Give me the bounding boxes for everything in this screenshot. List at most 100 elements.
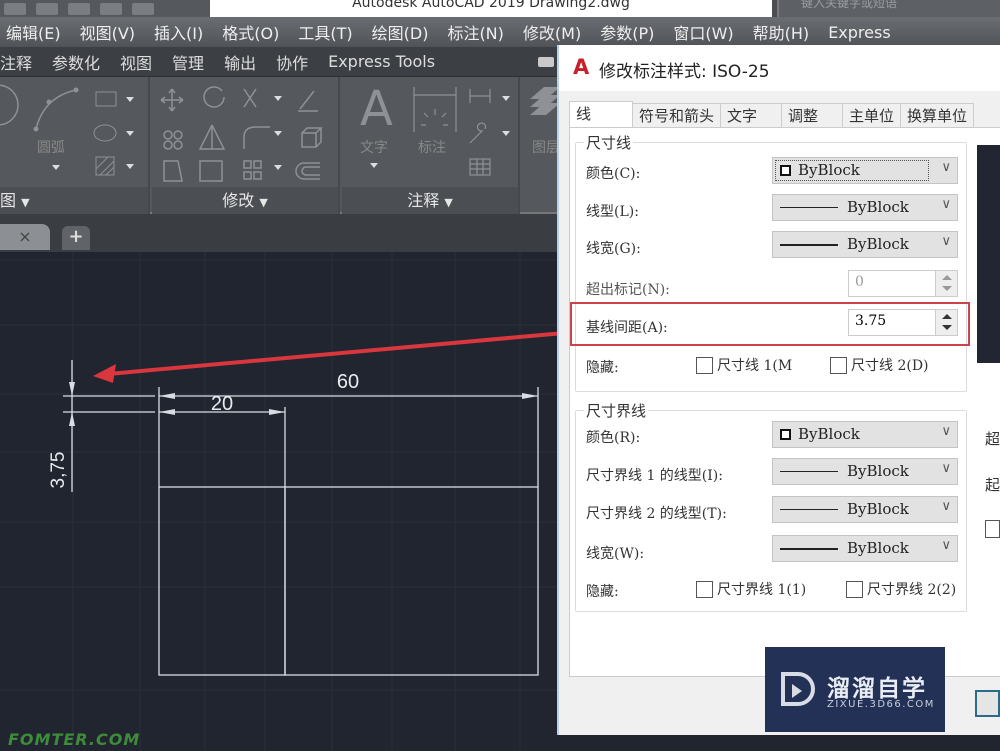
checkbox-box[interactable] [696,580,713,598]
linear-dim-dropdown-icon[interactable] [502,96,510,101]
undo-icon[interactable] [100,2,122,15]
spin-down-icon[interactable] [942,286,952,291]
dimline-linetype-value: ByBlock [847,198,909,216]
dimline-linetype-select[interactable]: ByBlock ∨ [772,194,958,221]
dim-text-60: 60 [337,371,359,393]
arc-dropdown-icon[interactable] [52,165,60,170]
fillet-dropdown-icon[interactable] [274,131,282,136]
tab-alternate-units[interactable]: 换算单位 [900,103,975,127]
redo-icon[interactable] [132,2,154,15]
spin-up-icon[interactable] [942,275,952,280]
dialog-body: 尺寸线 颜色(C): ByBlock ∨ 线型(L): ByBlock ∨ 线宽… [569,127,1000,677]
dimline-lineweight-select[interactable]: ByBlock ∨ [772,231,958,258]
leader-dropdown-icon[interactable] [502,131,510,136]
menu-parametric[interactable]: 参数(P) [594,20,667,44]
extend-ticks-label: 超出标记(N): [586,282,670,298]
layer-properties-label[interactable]: 图层特性 [532,137,560,157]
tab-fit[interactable]: 调整 [781,103,844,127]
rectangle-dropdown-icon[interactable] [126,97,134,102]
menu-draw[interactable]: 绘图(D) [366,20,442,44]
extension-lines-title: 尺寸界线 [584,400,649,421]
fixed-length-checkbox[interactable] [985,520,1000,538]
saveas-icon[interactable] [36,2,58,15]
ribbon-tab-express-tools[interactable]: Express Tools [318,52,445,71]
extline-color-value: ByBlock [798,425,860,443]
annotation-panel-label: 注释 [407,191,440,210]
dimline-color-select[interactable]: ByBlock ∨ [772,157,958,184]
drawing-canvas[interactable]: 60 20 3,75 FOMTER.COM [0,252,560,751]
ribbon-tab-annotate[interactable]: 注释 [0,50,42,74]
document-tab[interactable]: × [0,224,50,250]
menu-help[interactable]: 帮助(H) [747,20,823,44]
ribbon-tab-parametric[interactable]: 参数化 [42,50,110,74]
suppress-dimline-1-checkbox[interactable]: 尺寸线 1(M [696,355,792,375]
move-tool-icon [160,88,184,112]
menu-express[interactable]: Express [822,23,903,42]
checkbox-box[interactable] [830,356,847,374]
hatch-dropdown-icon[interactable] [126,164,134,169]
title-bar: Autodesk AutoCAD 2019 Drawing2.dwg 键入关键字… [0,0,1000,17]
tab-lines[interactable]: 线 [569,101,633,127]
dialog-title-bar[interactable]: A 修改标注样式: ISO-25 [559,45,1000,91]
modify-panel-title[interactable]: 修改 ▼ [152,187,338,214]
menu-insert[interactable]: 插入(I) [148,20,216,44]
style-preview-pane [977,145,1000,363]
draw-panel-title[interactable]: 图 ▼ [0,187,148,214]
new-tab-button[interactable]: + [62,226,90,250]
array-dropdown-icon[interactable] [274,165,282,170]
spinner-buttons[interactable] [935,271,957,296]
suppress-extline-2-checkbox[interactable]: 尺寸界线 2(2) [846,579,956,599]
color-swatch-icon [780,165,791,176]
dimension-tool-label[interactable]: 标注 [418,137,446,157]
chevron-down-icon: ∨ [941,538,951,553]
ribbon-tab-output[interactable]: 输出 [214,50,266,74]
rectangle-left [158,486,286,676]
red-pointer-arrow [93,331,560,383]
ribbon-tab-view[interactable]: 视图 [110,50,162,74]
menu-format[interactable]: 格式(O) [216,20,292,44]
extline1-linetype-select[interactable]: ByBlock ∨ [772,458,958,485]
suppress-extline-1-checkbox[interactable]: 尺寸界线 1(1) [696,579,806,599]
trim-tool-icon [243,88,257,108]
leader-tool-icon [469,122,487,144]
dimline-color-value: ByBlock [798,161,860,179]
play-logo-icon [781,672,815,706]
extline2-linetype-select[interactable]: ByBlock ∨ [772,496,958,523]
layer-properties-icon[interactable] [522,77,560,137]
extend-ticks-spinner[interactable]: 0 [848,270,958,297]
menu-view[interactable]: 视图(V) [74,20,148,44]
ellipse-dropdown-icon[interactable] [126,131,134,136]
extline-color-label: 颜色(R): [586,430,641,446]
search-input[interactable]: 键入关键字或短语 [777,0,1000,17]
plot-icon[interactable] [68,2,90,15]
menu-edit[interactable]: 编辑(E) [0,20,74,44]
menu-dimension[interactable]: 标注(N) [441,20,516,44]
tab-text[interactable]: 文字 [720,103,783,127]
tab-primary-units[interactable]: 主单位 [842,103,902,127]
draw-panel-expand-icon: ▼ [21,196,30,209]
arc-tool-label[interactable]: 圆弧 [37,137,65,157]
menu-window[interactable]: 窗口(W) [667,20,746,44]
ribbon-minimize-button[interactable] [538,57,554,67]
ribbon-tab-collaborate[interactable]: 协作 [266,50,318,74]
dimension-lines-title: 尺寸线 [584,132,634,153]
checkbox-box[interactable] [696,356,713,374]
menu-tools[interactable]: 工具(T) [292,20,365,44]
extline1-linetype-value: ByBlock [847,462,909,480]
tab-symbols-arrows[interactable]: 符号和箭头 [632,103,722,127]
suppress-dimline-2-checkbox[interactable]: 尺寸线 2(D) [830,355,929,375]
zixue-watermark: 溜溜自学 ZIXUE.3D66.COM [765,647,945,732]
ok-button[interactable] [975,690,1000,717]
annotation-panel-title[interactable]: 注释 ▼ [342,187,518,214]
save-icon[interactable] [4,2,26,15]
checkbox-box[interactable] [846,580,863,598]
arrowhead [269,409,285,415]
extline-color-select[interactable]: ByBlock ∨ [772,421,958,448]
extline-lineweight-select[interactable]: ByBlock ∨ [772,535,958,562]
close-tab-icon[interactable]: × [18,227,31,246]
menu-modify[interactable]: 修改(M) [517,20,594,44]
trim-dropdown-icon[interactable] [274,96,282,101]
ribbon-tab-manage[interactable]: 管理 [162,50,214,74]
drawing-svg: 60 20 3,75 [0,252,560,751]
rectangle-tool-icon [95,91,117,107]
